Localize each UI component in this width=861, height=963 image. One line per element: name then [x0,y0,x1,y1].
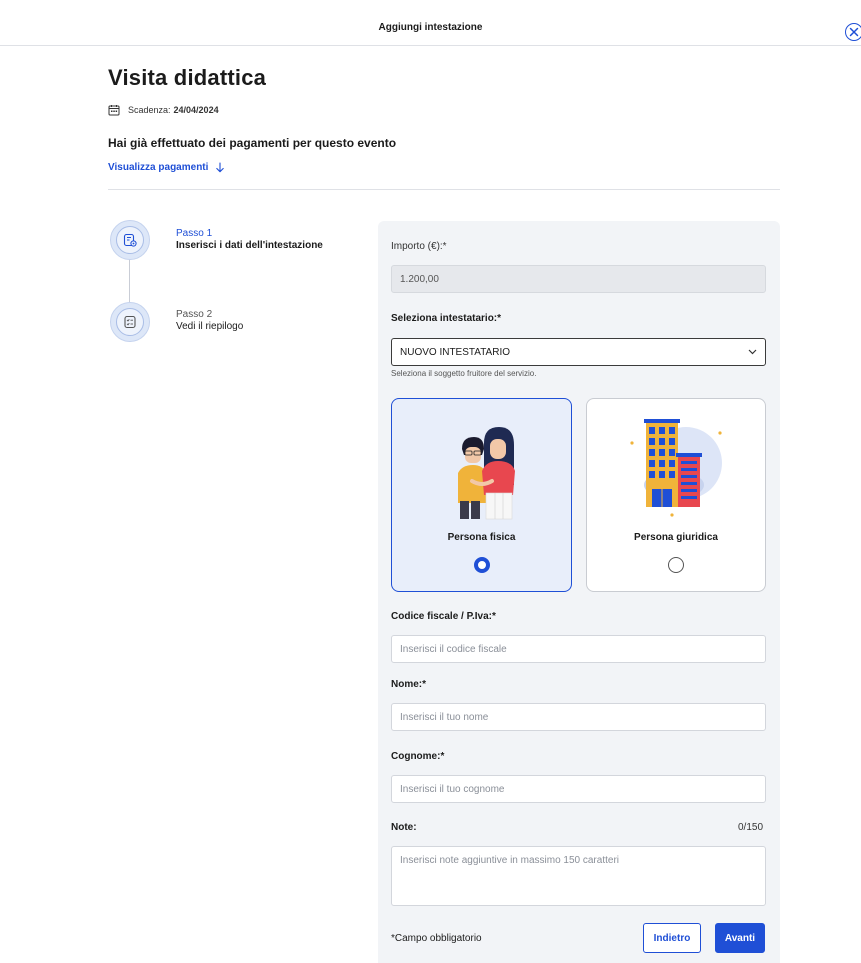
name-label: Nome:* [391,679,427,690]
calendar-icon [108,105,120,116]
close-icon [849,27,859,37]
back-button[interactable]: Indietro [643,923,701,953]
step-2: Passo 2 Vedi il riepilogo [176,309,243,333]
amount-field: 1.200,00 [391,265,766,293]
view-payments-link[interactable]: Visualizza pagamenti [108,162,225,173]
next-button[interactable]: Avanti [715,923,765,953]
step-2-title: Vedi il riepilogo [176,321,244,332]
notes-textarea[interactable]: Inserisci note aggiuntive in massimo 150… [391,846,766,906]
step-1-number: Passo 1 [176,228,213,239]
step-1-indicator [110,220,150,260]
divider [108,189,780,190]
page-title: Visita didattica [108,65,267,90]
surname-label: Cognome:* [391,751,445,762]
close-button[interactable] [845,23,861,41]
holder-type-radio[interactable] [668,557,684,573]
payments-notice: Hai già effettuato dei pagamenti per que… [108,136,397,150]
holder-type-natural-person[interactable]: Persona fisica [391,398,572,592]
form-edit-icon [123,233,137,247]
step-1-title: Inserisci i dati dell'intestazione [176,240,323,251]
tax-code-label: Codice fiscale / P.Iva:* [391,611,496,622]
holder-select[interactable]: NUOVO INTESTATARIO [391,338,766,366]
amount-label: Importo (€):* [391,241,447,252]
arrow-down-icon [216,162,225,173]
step-2-number: Passo 2 [176,309,213,320]
holder-type-radio[interactable] [473,557,490,573]
building-illustration [630,419,722,517]
deadline-value: 24/04/2024 [173,105,219,115]
chevron-down-icon [748,349,757,355]
step-2-indicator [110,302,150,342]
checklist-icon [124,315,136,329]
holder-label: Seleziona intestatario:* [391,313,502,324]
holder-type-label: Persona giuridica [634,532,718,543]
modal-header: Aggiungi intestazione [0,0,861,46]
notes-label: Note: [391,822,417,833]
holder-hint: Seleziona il soggetto fruitore del servi… [391,369,537,378]
tax-code-input[interactable]: Inserisci il codice fiscale [391,635,766,663]
notes-counter: 0/150 [738,822,764,833]
name-input[interactable]: Inserisci il tuo nome [391,703,766,731]
step-1: Passo 1 Inserisci i dati dell'intestazio… [176,228,323,252]
deadline-label: Scadenza: [128,105,171,115]
holder-type-label: Persona fisica [447,532,516,543]
people-illustration [443,427,524,520]
holder-type-legal-entity[interactable]: Persona giuridica [586,398,766,592]
deadline: Scadenza: 24/04/2024 [108,104,219,116]
view-payments-label: Visualizza pagamenti [108,162,209,173]
modal-title: Aggiungi intestazione [378,22,483,33]
surname-input[interactable]: Inserisci il tuo cognome [391,775,766,803]
holder-select-value: NUOVO INTESTATARIO [400,346,511,358]
required-note: *Campo obbligatorio [391,933,482,944]
